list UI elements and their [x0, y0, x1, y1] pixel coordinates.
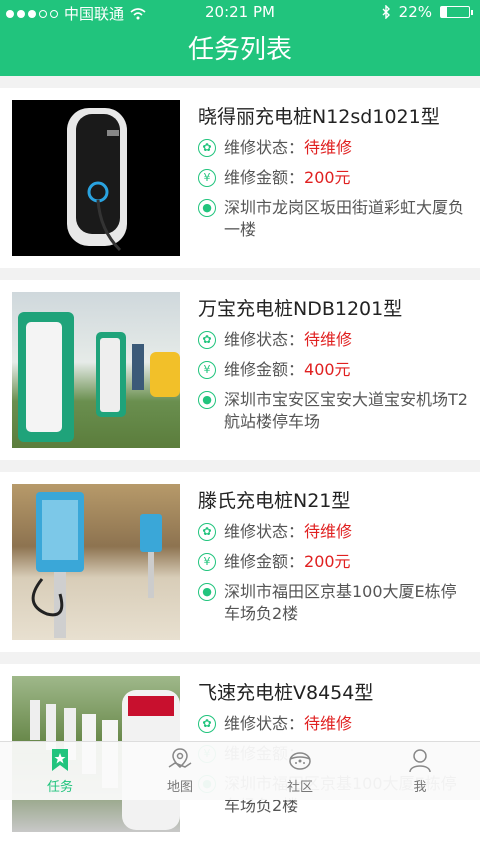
status-value: 待维修 — [304, 138, 353, 157]
amount-value: 400元 — [304, 360, 351, 379]
status-label: 维修状态： — [224, 138, 305, 157]
task-name: 滕氏充电桩N21型 — [198, 490, 351, 512]
tab-task[interactable]: 任务 — [0, 742, 120, 800]
battery-percent: 22% — [398, 3, 432, 21]
status-label: 维修状态： — [224, 522, 305, 541]
community-icon — [289, 752, 311, 770]
task-name: 飞速充电桩V8454型 — [198, 682, 374, 704]
tab-me[interactable]: 我 — [360, 742, 480, 800]
location-pin-icon: ● — [198, 199, 216, 217]
charger-photo — [12, 484, 180, 640]
tab-community[interactable]: 社区 — [240, 742, 360, 800]
amount-value: 200元 — [304, 168, 351, 187]
page-title: 任务列表 — [0, 24, 480, 76]
profile-icon — [409, 749, 431, 773]
status-value: 待维修 — [304, 714, 353, 733]
yen-icon: ¥ — [198, 361, 216, 379]
map-icon — [168, 748, 192, 768]
location-pin-icon: ● — [198, 583, 216, 601]
status-bar: 中国联通 20:21 PM 22% — [0, 0, 480, 24]
task-icon — [52, 749, 68, 771]
charger-photo — [12, 292, 180, 448]
address: 深圳市龙岗区坂田街道彩虹大厦负一楼 — [224, 198, 465, 239]
amount-label: 维修金额： — [224, 360, 305, 379]
status-label: 维修状态： — [224, 714, 305, 733]
tab-map[interactable]: 地图 — [120, 742, 240, 800]
tab-label: 地图 — [166, 780, 193, 795]
repair-status-icon: ✿ — [198, 523, 216, 541]
status-value: 待维修 — [304, 522, 353, 541]
task-name: 万宝充电桩NDB1201型 — [198, 298, 403, 320]
repair-status-icon: ✿ — [198, 331, 216, 349]
bluetooth-icon — [382, 5, 390, 19]
address: 深圳市福田区京基100大厦E栋停车场负2楼 — [224, 582, 457, 623]
task-name: 晓得丽充电桩N12sd1021型 — [198, 106, 440, 128]
repair-status-icon: ✿ — [198, 139, 216, 157]
repair-status-icon: ✿ — [198, 715, 216, 733]
amount-value: 200元 — [304, 552, 351, 571]
task-card[interactable]: 晓得丽充电桩N12sd1021型 ✿ 维修状态： 待维修 ¥ 维修金额： 200元 ● 深… — [0, 88, 480, 268]
status-label: 维修状态： — [224, 330, 305, 349]
amount-label: 维修金额： — [224, 552, 305, 571]
address: 深圳市宝安区宝安大道宝安机场T2航站楼停车场 — [224, 390, 468, 431]
yen-icon: ¥ — [198, 553, 216, 571]
yen-icon: ¥ — [198, 169, 216, 187]
tab-label: 任务 — [46, 780, 73, 795]
charger-photo — [12, 100, 180, 256]
battery-icon — [440, 6, 473, 18]
amount-label: 维修金额： — [224, 168, 305, 187]
location-pin-icon: ● — [198, 391, 216, 409]
task-card[interactable]: 万宝充电桩NDB1201型 ✿ 维修状态： 待维修 ¥ 维修金额： 400元 ● 深圳市宝… — [0, 280, 480, 460]
tab-bar: 任务 地图 社区 我 — [0, 741, 480, 800]
tab-label: 我 — [413, 780, 427, 795]
tab-label: 社区 — [286, 780, 313, 795]
status-value: 待维修 — [304, 330, 353, 349]
task-card[interactable]: 滕氏充电桩N21型 ✿ 维修状态： 待维修 ¥ 维修金额： 200元 ● 深圳市福田区京基… — [0, 472, 480, 652]
